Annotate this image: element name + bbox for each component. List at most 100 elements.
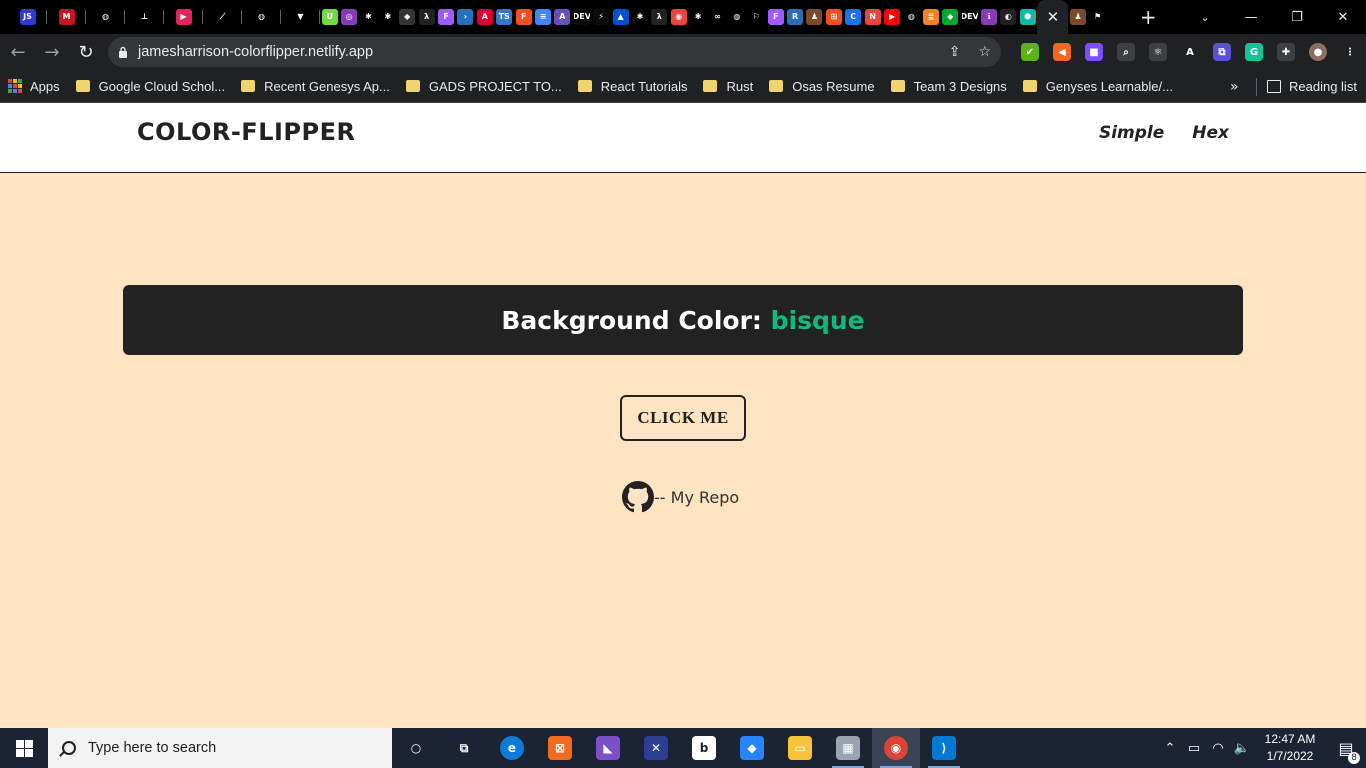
browser-tab[interactable]: A xyxy=(475,0,494,34)
extension-button[interactable]: ⌕ xyxy=(1110,34,1142,70)
address-bar[interactable]: jamesharrison-colorflipper.netlify.app ⇪… xyxy=(108,37,1001,67)
browser-tab[interactable]: ≡ xyxy=(533,0,552,34)
brand-logo[interactable]: COLOR-FLIPPER xyxy=(137,118,355,146)
browser-tab[interactable]: ◍ xyxy=(727,0,746,34)
click-me-button[interactable]: CLICK ME xyxy=(620,395,746,441)
apps-bookmark[interactable]: Apps xyxy=(0,72,68,100)
browser-tab[interactable]: ◉ xyxy=(669,0,688,34)
extension-button[interactable]: ⧉ xyxy=(1206,34,1238,70)
browser-tab[interactable]: A xyxy=(553,0,572,34)
browser-tab[interactable]: ℹ xyxy=(979,0,998,34)
taskbar-app-button[interactable]: ⧉ xyxy=(440,728,488,768)
tab-search-button[interactable]: ⌄ xyxy=(1188,0,1222,34)
active-tab[interactable]: ✕ xyxy=(1037,0,1069,34)
browser-tab[interactable]: ⚡ xyxy=(591,0,610,34)
reload-button[interactable]: ↻ xyxy=(70,36,102,68)
browser-tab[interactable]: C xyxy=(844,0,863,34)
taskbar-app-button[interactable]: ▦ xyxy=(824,728,872,768)
browser-tab[interactable]: ▶ xyxy=(164,0,203,34)
close-tab-icon[interactable]: ✕ xyxy=(1047,8,1060,26)
bookmark-folder[interactable]: Team 3 Designs xyxy=(883,72,1015,100)
browser-tab[interactable]: ◐ xyxy=(999,0,1018,34)
browser-tab[interactable]: ♟ xyxy=(1068,0,1087,34)
extension-button[interactable]: ✔ xyxy=(1014,34,1046,70)
browser-tab[interactable]: ⚑ xyxy=(1088,0,1107,34)
extension-button[interactable]: ◀ xyxy=(1046,34,1078,70)
restore-button[interactable]: ❐ xyxy=(1274,0,1320,34)
bookmark-folder[interactable]: Osas Resume xyxy=(761,72,882,100)
extension-button[interactable]: A xyxy=(1174,34,1206,70)
taskbar-app-button[interactable]: e xyxy=(488,728,536,768)
nav-link-simple[interactable]: Simple xyxy=(1099,123,1164,143)
nav-link-hex[interactable]: Hex xyxy=(1192,123,1229,143)
bookmark-star-icon[interactable]: ☆ xyxy=(978,44,991,60)
taskbar-app-button[interactable]: ⟩ xyxy=(920,728,968,768)
bookmark-folder[interactable]: Rust xyxy=(695,72,761,100)
browser-tab[interactable]: JS xyxy=(8,0,47,34)
browser-tab[interactable]: ⟋ xyxy=(203,0,242,34)
browser-tab[interactable]: R xyxy=(785,0,804,34)
browser-tab[interactable]: ◎ xyxy=(339,0,358,34)
browser-tab[interactable]: ▼ xyxy=(281,0,320,34)
browser-tab[interactable]: ✱ xyxy=(359,0,378,34)
browser-tab[interactable]: ⚐ xyxy=(747,0,766,34)
browser-tab[interactable]: ◆ xyxy=(941,0,960,34)
taskbar-app-button[interactable]: ▭ xyxy=(776,728,824,768)
taskbar-search-box[interactable]: Type here to search xyxy=(48,728,392,768)
browser-tab[interactable]: ≣ xyxy=(921,0,940,34)
bookmark-folder[interactable]: Recent Genesys Ap... xyxy=(233,72,398,100)
extension-button[interactable]: G xyxy=(1238,34,1270,70)
browser-tab[interactable]: F xyxy=(766,0,785,34)
taskbar-app-button[interactable]: b xyxy=(680,728,728,768)
repo-link-label[interactable]: -- My Repo xyxy=(654,488,739,507)
browser-tab[interactable]: ∞ xyxy=(708,0,727,34)
browser-tab[interactable]: ♟ xyxy=(805,0,824,34)
browser-tab[interactable]: ✱ xyxy=(630,0,649,34)
browser-tab[interactable]: F xyxy=(514,0,533,34)
share-icon[interactable]: ⇪ xyxy=(949,44,961,60)
extension-button[interactable]: ⋮ xyxy=(1334,34,1366,70)
browser-tab[interactable]: ◍ xyxy=(902,0,921,34)
bookmark-folder[interactable]: GADS PROJECT TO... xyxy=(398,72,570,100)
repo-link[interactable]: -- My Repo xyxy=(622,481,739,513)
forward-button[interactable]: → xyxy=(36,36,68,68)
extension-button[interactable]: ■ xyxy=(1078,34,1110,70)
browser-tab[interactable]: U xyxy=(320,0,339,34)
bookmark-folder[interactable]: React Tutorials xyxy=(570,72,696,100)
new-tab-button[interactable]: + xyxy=(1131,0,1165,34)
taskbar-app-button[interactable]: ⊠ xyxy=(536,728,584,768)
start-button[interactable] xyxy=(0,728,48,768)
taskbar-clock[interactable]: 12:47 AM 1/7/2022 xyxy=(1254,731,1326,765)
browser-tab[interactable]: ▲ xyxy=(611,0,630,34)
browser-tab[interactable]: ◍ xyxy=(242,0,281,34)
taskbar-app-button[interactable]: ◆ xyxy=(728,728,776,768)
browser-tab[interactable]: DEV xyxy=(572,0,591,34)
browser-tab[interactable]: ✱ xyxy=(378,0,397,34)
browser-tab[interactable]: ✱ xyxy=(688,0,707,34)
browser-tab[interactable]: F xyxy=(436,0,455,34)
browser-tab[interactable]: ⊞ xyxy=(824,0,843,34)
close-window-button[interactable]: ✕ xyxy=(1320,0,1366,34)
bookmark-folder[interactable]: Genyses Learnable/... xyxy=(1015,72,1181,100)
browser-tab[interactable]: › xyxy=(456,0,475,34)
browser-tab[interactable]: ◍ xyxy=(86,0,125,34)
battery-icon[interactable]: ▭ xyxy=(1182,741,1206,756)
lock-icon[interactable] xyxy=(108,46,138,58)
browser-tab[interactable]: TS xyxy=(495,0,514,34)
minimize-button[interactable]: — xyxy=(1228,0,1274,34)
browser-tab[interactable]: λ xyxy=(650,0,669,34)
taskbar-app-button[interactable]: ○ xyxy=(392,728,440,768)
reading-list-button[interactable]: Reading list xyxy=(1262,70,1357,103)
volume-icon[interactable]: 🔈 xyxy=(1230,741,1254,756)
url-text[interactable]: jamesharrison-colorflipper.netlify.app xyxy=(138,44,373,60)
browser-tab[interactable]: DEV xyxy=(960,0,979,34)
notification-center-button[interactable]: ▤ 8 xyxy=(1326,739,1366,764)
browser-tab[interactable]: N xyxy=(863,0,882,34)
wifi-icon[interactable]: ◠ xyxy=(1206,741,1230,756)
browser-tab[interactable]: ⊥ xyxy=(125,0,164,34)
back-button[interactable]: ← xyxy=(2,36,34,68)
browser-tab[interactable]: M xyxy=(47,0,86,34)
bookmark-folder[interactable]: Google Cloud Schol... xyxy=(68,72,233,100)
bookmarks-overflow-button[interactable]: » xyxy=(1230,70,1239,103)
taskbar-app-button[interactable]: ◣ xyxy=(584,728,632,768)
